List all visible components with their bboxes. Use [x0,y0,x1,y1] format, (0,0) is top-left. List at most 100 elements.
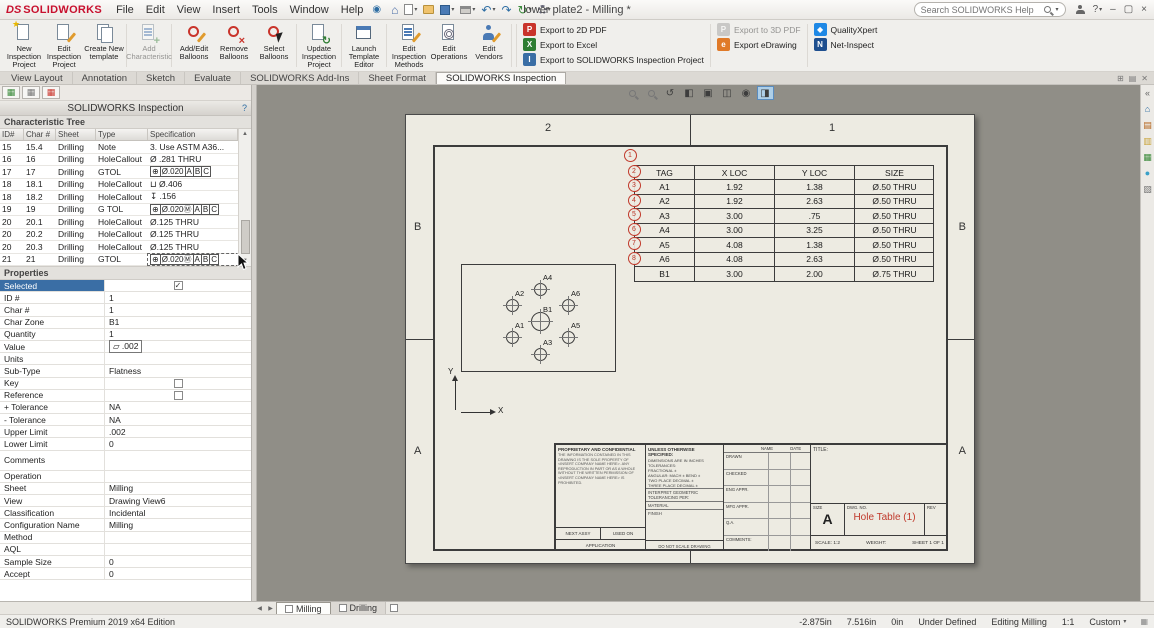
export-to-solidworks-inspection-project-button[interactable]: IExport to SOLIDWORKS Inspection Project [523,53,704,66]
net-inspect-button[interactable]: NNet-Inspect [814,38,878,51]
property-row-classification[interactable]: ClassificationIncidental [0,507,251,519]
menu-edit[interactable]: Edit [140,4,171,16]
options-icon[interactable]: ▾ [535,1,554,19]
zoom-area-icon[interactable] [643,86,660,100]
edit-vendors-button[interactable]: Edit Vendors [469,21,509,70]
open-document-icon[interactable] [420,1,437,19]
property-row-char-zone[interactable]: Char ZoneB1 [0,317,251,329]
home-icon[interactable]: ⌂ [388,1,401,19]
property-row-tolerance[interactable]: + ToleranceNA [0,402,251,414]
characteristic-row[interactable]: 1919DrillingG TOL⊕Ø.020ⓂABC [0,204,238,217]
hole-a5[interactable] [562,331,575,344]
qualityxpert-button[interactable]: ◆QualityXpert [814,23,878,36]
property-row-units[interactable]: Units [0,353,251,365]
select-balloons-button[interactable]: Select Balloons [254,21,294,70]
export-to-excel-button[interactable]: XExport to Excel [523,38,704,51]
characteristic-row[interactable]: 1616DrillingHoleCalloutØ .281 THRU [0,154,238,167]
menu-help[interactable]: Help [335,4,370,16]
drawing-view[interactable]: A1A2A3A4A5A6B1 [461,264,616,372]
rebuild-icon[interactable]: ↻▾ [515,1,535,19]
property-row-sample-size[interactable]: Sample Size0 [0,556,251,568]
property-row-method[interactable]: Method [0,532,251,544]
property-row-value[interactable]: Value▱ .002 [0,341,251,353]
update-inspection-project-button[interactable]: ↻Update Inspection Project [299,21,339,70]
tab-view-layout[interactable]: View Layout [2,72,73,84]
sheet-tab-drilling[interactable]: Drilling [331,602,387,614]
hole-a4[interactable] [534,283,547,296]
hole-a3[interactable] [534,348,547,361]
characteristic-row[interactable]: 1515.4DrillingNote3. Use ASTM A36... [0,141,238,154]
hole-b1[interactable] [531,312,550,331]
hole-a2[interactable] [506,299,519,312]
characteristic-row[interactable]: 2020.1DrillingHoleCalloutØ.125 THRU [0,216,238,229]
characteristic-tree-tab[interactable]: ▦ [2,86,20,99]
tab-solidworks-inspection[interactable]: SOLIDWORKS Inspection [436,72,566,84]
zoom-fit-icon[interactable] [624,86,641,100]
add-edit-balloons-button[interactable]: Add/Edit Balloons [174,21,214,70]
inspection-balloon-4[interactable]: 4 [628,194,641,207]
property-row-selected[interactable]: Selected✓ [0,280,251,292]
characteristic-row[interactable]: 2121DrillingGTOL⊕Ø.020ⓂABC [0,254,238,267]
remove-balloons-button[interactable]: ×Remove Balloons [214,21,254,70]
redo-icon[interactable]: ↷ [498,1,514,19]
view-settings-icon[interactable]: ◨ [757,86,774,100]
column-header-sheet[interactable]: Sheet [56,129,96,140]
hide-show-items-icon[interactable]: ◉ [738,86,755,100]
custom-properties-icon[interactable]: ▧ [1143,184,1152,194]
sheet-nav-left-icon[interactable]: ◀ [254,602,265,614]
inspection-balloon-6[interactable]: 6 [628,223,641,236]
print-icon[interactable]: ▾ [457,1,478,19]
tab-evaluate[interactable]: Evaluate [185,72,241,84]
minimize-button[interactable]: – [1107,4,1119,15]
menu-tools[interactable]: Tools [246,4,284,16]
close-button[interactable]: × [1138,4,1150,15]
add-sheet-icon[interactable] [386,602,402,614]
panel-help-icon[interactable]: ? [242,103,247,113]
solidworks-resources-icon[interactable]: ⌂ [1145,104,1150,114]
hole-a1[interactable] [506,331,519,344]
inspection-balloon-8[interactable]: 8 [628,252,641,265]
column-header-type[interactable]: Type [96,129,148,140]
tree-scrollbar[interactable]: ▲ ▼ [238,129,251,266]
status-custom[interactable]: Custom▾ [1089,617,1126,627]
search-input[interactable] [921,5,1040,15]
pane-options-icon[interactable]: ⊞ [1117,74,1124,83]
search-dropdown-caret[interactable]: ▾ [1056,6,1059,13]
help-menu[interactable]: ?▾ [1090,4,1106,15]
hole-table[interactable]: TAGX LOCY LOCSIZEA11.921.38Ø.50 THRUA21.… [634,165,934,282]
tab-sheet-format[interactable]: Sheet Format [359,72,436,84]
search-icon[interactable] [1044,6,1051,13]
tab-solidworks-add-ins[interactable]: SOLIDWORKS Add-Ins [241,72,359,84]
drawing-sheet[interactable]: TAGX LOCY LOCSIZEA11.921.38Ø.50 THRUA21.… [405,114,975,564]
appearances-icon[interactable]: ● [1145,168,1150,178]
edit-inspection-project-button[interactable]: Edit Inspection Project [44,21,84,70]
new-inspection-project-button[interactable]: ★New Inspection Project [4,21,44,70]
create-new-template-button[interactable]: Create New template [84,21,124,70]
property-row-view[interactable]: ViewDrawing View6 [0,495,251,507]
scroll-down-icon[interactable]: ▼ [242,256,248,266]
user-account-icon[interactable] [1073,5,1088,14]
characteristic-row[interactable]: 1818.1DrillingHoleCallout⊔ Ø.406 [0,179,238,192]
inspection-addin-tab[interactable]: ▦ [42,86,60,99]
menu-file[interactable]: File [110,4,140,16]
inspection-balloon-3[interactable]: 3 [628,179,641,192]
checkbox[interactable]: ✓ [174,281,183,290]
menu-view[interactable]: View [171,4,207,16]
launch-template-editor-button[interactable]: Launch Template Editor [344,21,384,70]
tab-annotation[interactable]: Annotation [73,72,137,84]
property-row-lower-limit[interactable]: Lower Limit0 [0,438,251,450]
undo-icon[interactable]: ↶▾ [478,1,498,19]
sheet-tab-milling[interactable]: Milling [276,602,331,614]
section-view-icon[interactable]: ◧ [681,86,698,100]
inspection-balloon-1[interactable]: 1 [624,149,637,162]
previous-view-icon[interactable]: ↺ [662,86,679,100]
hole-a6[interactable] [562,299,575,312]
export-edrawing-button[interactable]: eExport eDrawing [717,38,801,51]
view-palette-icon[interactable]: ▦ [1143,152,1152,162]
menu-insert[interactable]: Insert [206,4,246,16]
characteristic-row[interactable]: 2020.2DrillingHoleCalloutØ.125 THRU [0,229,238,242]
pin-menu-icon[interactable]: ◉ [372,4,381,15]
property-row-aql[interactable]: AQL [0,544,251,556]
inspection-balloon-5[interactable]: 5 [628,208,641,221]
close-pane-icon[interactable]: ✕ [1141,74,1148,83]
